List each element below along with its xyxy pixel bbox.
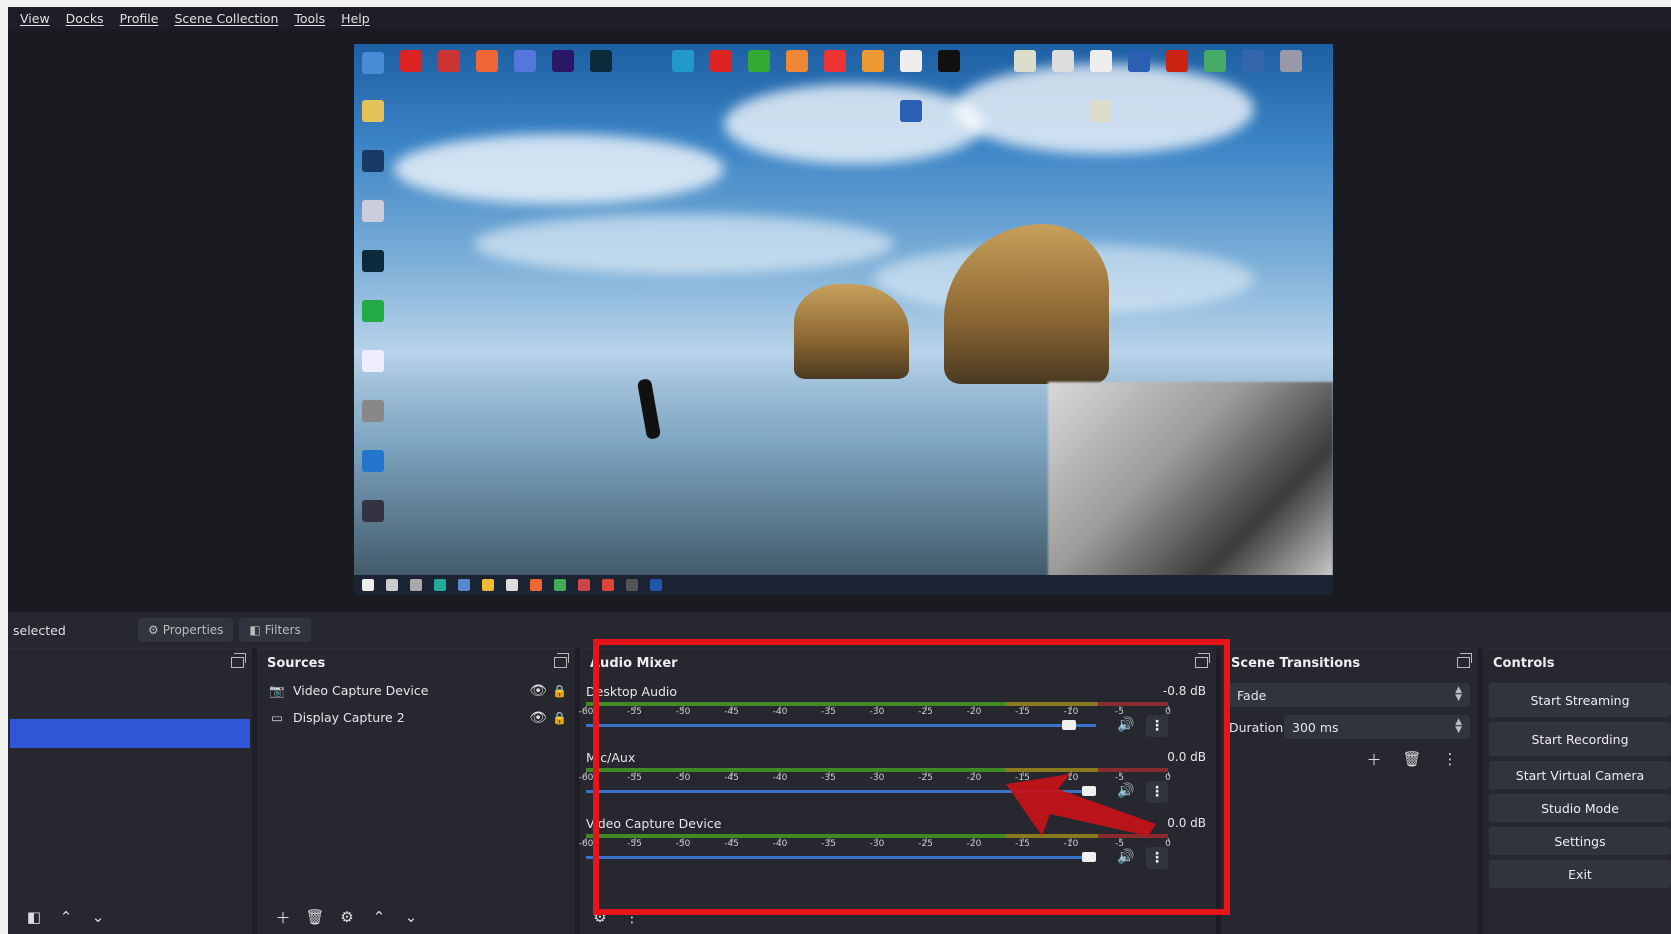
meter-tick-label: -60 — [578, 838, 594, 849]
exit-button[interactable]: Exit — [1489, 860, 1671, 888]
start-streaming-button[interactable]: Start Streaming — [1489, 683, 1671, 717]
webcam-overlay — [1048, 382, 1333, 595]
menu-tools[interactable]: Tools — [294, 11, 325, 26]
taskbar — [354, 575, 1333, 595]
meter-tick-label: -60 — [578, 772, 594, 783]
source-name: Video Capture Device — [293, 683, 429, 698]
trash-icon[interactable]: 🗑 — [301, 905, 329, 929]
transition-selected-value: Fade — [1237, 687, 1267, 703]
more-icon[interactable]: ⋮ — [1436, 747, 1464, 771]
filters-button[interactable]: ◧ Filters — [239, 618, 311, 642]
trash-icon[interactable]: 🗑 — [1398, 747, 1426, 771]
scene-transitions-title: Scene Transitions — [1221, 649, 1478, 677]
eye-icon[interactable]: 👁 — [529, 710, 547, 726]
move-down-icon[interactable]: ⌄ — [397, 905, 425, 929]
add-transition-icon[interactable]: ＋ — [1360, 747, 1388, 771]
camera-icon: 📷 — [269, 682, 285, 698]
transition-select[interactable]: Fade ▲ ▼ — [1229, 683, 1470, 707]
controls-dock: Controls Start Streaming Start Recording… — [1483, 648, 1671, 934]
preview-area — [8, 29, 1671, 612]
move-up-icon[interactable]: ⌃ — [365, 905, 393, 929]
scene-preview[interactable] — [354, 44, 1333, 595]
menu-profile[interactable]: Profile — [120, 11, 159, 26]
updown-icon: ▲ ▼ — [1455, 717, 1462, 735]
gear-icon[interactable]: ⚙ — [333, 905, 361, 929]
menu-bar: View Docks Profile Scene Collection Tool… — [8, 7, 1671, 29]
studio-mode-button[interactable]: Studio Mode — [1489, 794, 1671, 822]
scenes-dock: ◧ ⌃ ⌄ — [8, 648, 252, 934]
add-source-icon[interactable]: ＋ — [269, 905, 297, 929]
sources-toolbar: ＋ 🗑 ⚙ ⌃ ⌄ — [257, 900, 575, 934]
scene-transitions-dock: Scene Transitions Fade ▲ ▼ Duration 300 m… — [1221, 648, 1478, 934]
monitor-icon: ▭ — [271, 710, 283, 725]
move-down-icon[interactable]: ⌄ — [84, 905, 112, 929]
settings-button[interactable]: Settings — [1489, 827, 1671, 855]
source-name: Display Capture 2 — [293, 710, 405, 725]
filter-icon: ◧ — [249, 623, 261, 637]
scene-transitions-title-text: Scene Transitions — [1231, 655, 1361, 671]
scenes-dock-header — [8, 649, 252, 677]
undock-icon[interactable] — [1457, 653, 1472, 668]
source-item[interactable]: ▭ Display Capture 2 👁 🔒 — [257, 704, 575, 731]
menu-help[interactable]: Help — [341, 11, 370, 26]
filters-label: Filters — [264, 623, 301, 637]
move-up-icon[interactable]: ⌃ — [52, 905, 80, 929]
scene-filter-icon[interactable]: ◧ — [20, 905, 48, 929]
sources-title: Sources — [257, 649, 575, 677]
menu-docks[interactable]: Docks — [66, 11, 104, 26]
runner-silhouette — [636, 378, 662, 440]
properties-label: Properties — [162, 623, 224, 637]
undock-icon[interactable] — [554, 653, 569, 668]
menu-view[interactable]: View — [20, 11, 50, 26]
updown-icon: ▲ ▼ — [1455, 685, 1462, 703]
duration-value: 300 ms — [1292, 719, 1339, 735]
lock-icon[interactable]: 🔒 — [552, 711, 567, 725]
gear-icon: ⚙ — [148, 623, 159, 637]
meter-tick-label: -60 — [578, 706, 594, 717]
sources-dock: Sources 📷 Video Capture Device 👁 🔒 ▭ Dis… — [257, 648, 575, 934]
annotation-arrow-icon — [1006, 774, 1156, 836]
undock-icon[interactable] — [231, 653, 246, 668]
controls-title: Controls — [1483, 649, 1671, 677]
duration-field[interactable]: 300 ms ▲ ▼ — [1284, 715, 1470, 739]
properties-button[interactable]: ⚙ Properties — [138, 618, 234, 642]
start-virtual-camera-button[interactable]: Start Virtual Camera — [1489, 761, 1671, 789]
lock-icon[interactable]: 🔒 — [552, 684, 567, 698]
scene-item-selected[interactable] — [10, 719, 250, 748]
eye-icon[interactable]: 👁 — [529, 683, 547, 699]
start-recording-button[interactable]: Start Recording — [1489, 722, 1671, 756]
menu-scene-collection[interactable]: Scene Collection — [174, 11, 278, 26]
sources-title-text: Sources — [267, 655, 326, 671]
duration-label: Duration — [1229, 719, 1284, 735]
scenes-toolbar: ◧ ⌃ ⌄ — [8, 900, 252, 934]
controls-title-text: Controls — [1493, 655, 1555, 671]
selection-label: selected — [13, 622, 66, 638]
source-item[interactable]: 📷 Video Capture Device 👁 🔒 — [257, 677, 575, 704]
